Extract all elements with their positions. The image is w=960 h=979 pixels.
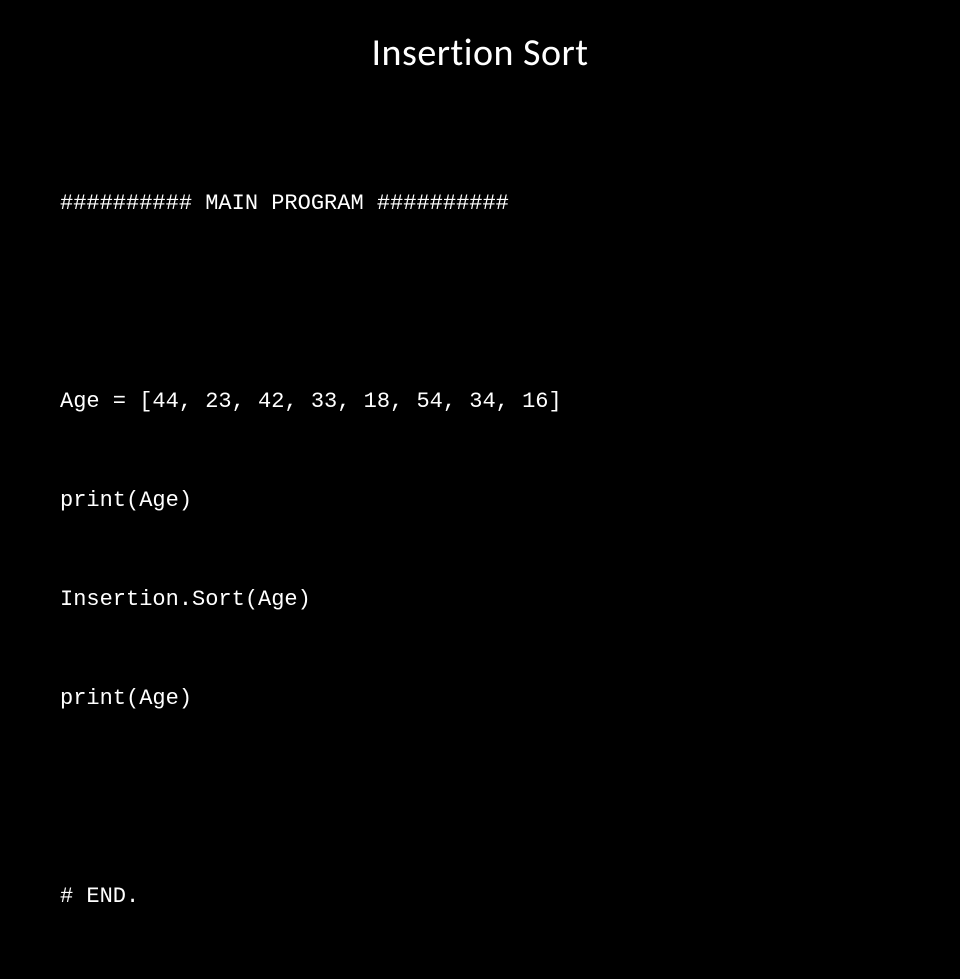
blank-line [60, 781, 900, 814]
code-line-print1: print(Age) [60, 484, 900, 517]
code-line-end: # END. [60, 880, 900, 913]
code-line-print2: print(Age) [60, 682, 900, 715]
slide-container: Insertion Sort ########## MAIN PROGRAM #… [0, 0, 960, 540]
code-block: ########## MAIN PROGRAM ########## Age =… [60, 121, 900, 979]
blank-line [60, 286, 900, 319]
code-line-assignment: Age = [44, 23, 42, 33, 18, 54, 34, 16] [60, 385, 900, 418]
slide-title: Insertion Sort [60, 30, 900, 76]
code-line-comment-header: ########## MAIN PROGRAM ########## [60, 187, 900, 220]
code-line-sort: Insertion.Sort(Age) [60, 583, 900, 616]
